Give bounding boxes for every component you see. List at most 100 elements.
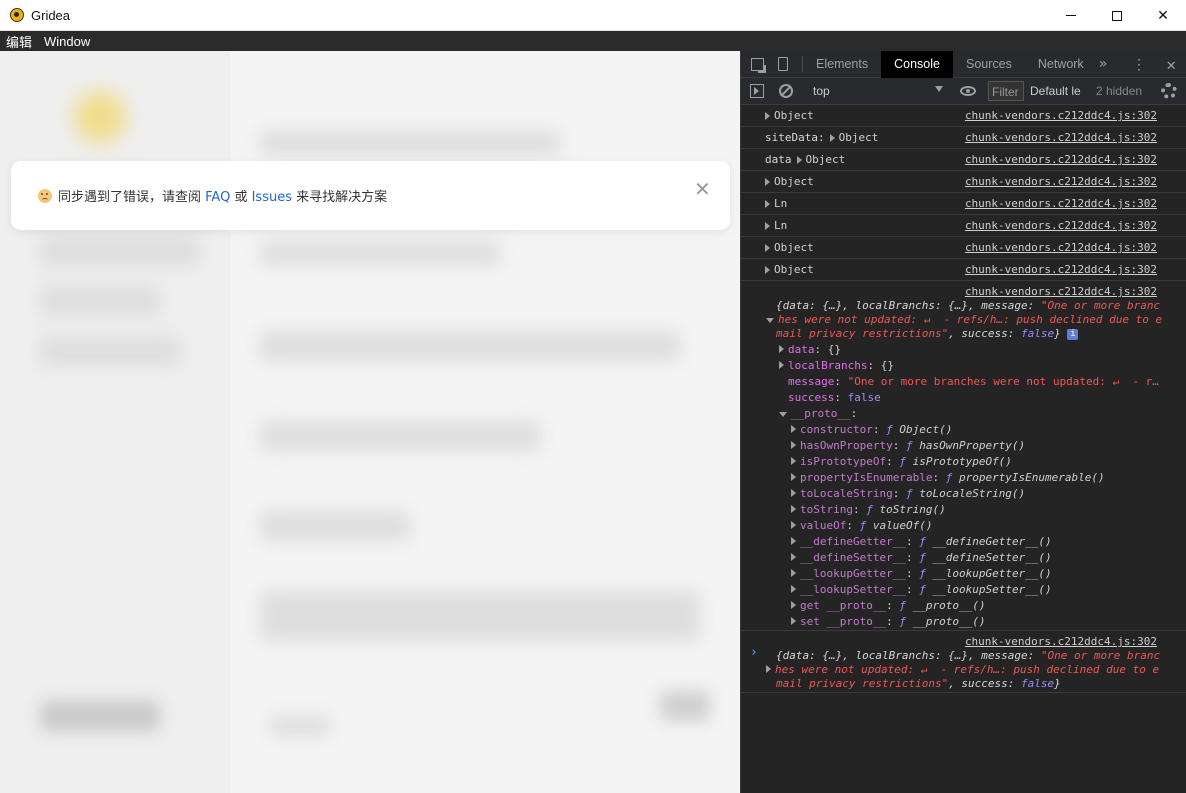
console-prompt-icon[interactable]: › — [750, 645, 758, 660]
minimize-icon — [1066, 15, 1076, 16]
notice-text: 同步遇到了错误，请查阅 FAQ 或 Issues 来寻找解决方案 — [58, 186, 387, 205]
proto-item[interactable]: __defineGetter__: ƒ __defineGetter__() — [791, 535, 1052, 548]
menu-window[interactable]: Window — [38, 34, 96, 49]
maximize-button[interactable] — [1094, 0, 1140, 31]
proto-item[interactable]: toString: ƒ toString() — [791, 503, 946, 516]
source-link[interactable]: chunk-vendors.c212ddc4.js:302 — [965, 263, 1157, 276]
more-tabs-icon[interactable]: » — [1099, 56, 1107, 72]
expand-triangle-icon[interactable] — [791, 537, 796, 545]
expand-triangle-icon[interactable] — [791, 489, 796, 497]
tab-sources[interactable]: Sources — [953, 51, 1025, 78]
tab-console[interactable]: Console — [881, 50, 953, 78]
source-link[interactable]: chunk-vendors.c212ddc4.js:302 — [965, 285, 1157, 298]
console-row[interactable]: Object chunk-vendors.c212ddc4.js:302 — [741, 259, 1186, 281]
expand-triangle-icon[interactable] — [765, 199, 770, 208]
expanded-console-entry: chunk-vendors.c212ddc4.js:302 {data: {…}… — [741, 281, 1186, 631]
settings-gear-icon[interactable] — [1161, 83, 1177, 99]
log-levels-dropdown[interactable]: Default le — [1030, 84, 1082, 98]
console-row[interactable]: Object chunk-vendors.c212ddc4.js:302 — [741, 105, 1186, 127]
blurred-content — [260, 591, 700, 641]
row-label: siteData: — [765, 131, 825, 144]
proto-item[interactable]: hasOwnProperty: ƒ hasOwnProperty() — [791, 439, 1025, 452]
console-toolbar: top Filter Default le 2 hidden — [741, 78, 1186, 105]
proto-item[interactable]: toLocaleString: ƒ toLocaleString() — [791, 487, 1025, 500]
expand-triangle-icon[interactable] — [791, 617, 796, 625]
show-sidebar-icon[interactable] — [750, 84, 764, 98]
expand-triangle-icon[interactable] — [791, 569, 796, 577]
context-selector[interactable]: top — [813, 84, 943, 98]
devtools-tab-bar: Elements Console Sources Network » ⋮ ✕ — [741, 50, 1186, 78]
expand-triangle-icon[interactable] — [766, 665, 771, 673]
source-link[interactable]: chunk-vendors.c212ddc4.js:302 — [965, 241, 1157, 254]
blurred-content — [260, 421, 540, 451]
row-value: Ln — [774, 219, 788, 232]
source-link[interactable]: chunk-vendors.c212ddc4.js:302 — [965, 131, 1157, 144]
console-row[interactable]: Ln chunk-vendors.c212ddc4.js:302 — [741, 193, 1186, 215]
expand-triangle-icon[interactable] — [791, 425, 796, 433]
proto-item[interactable]: valueOf: ƒ valueOf() — [791, 519, 932, 532]
console-row[interactable]: siteData: Object chunk-vendors.c212ddc4.js… — [741, 127, 1186, 149]
filter-input[interactable]: Filter — [988, 81, 1024, 101]
prop-localBranchs[interactable]: localBranchs: {} — [779, 359, 894, 372]
expand-triangle-icon[interactable] — [791, 553, 796, 561]
summary-line-2[interactable]: hes were not updated: ↵ - refs/h…: push … — [766, 663, 1159, 676]
prop-proto[interactable]: __proto__: — [779, 407, 857, 420]
console-row[interactable]: data Object chunk-vendors.c212ddc4.js:302 — [741, 149, 1186, 171]
expand-triangle-icon[interactable] — [791, 505, 796, 513]
proto-item[interactable]: __lookupGetter__: ƒ __lookupGetter__() — [791, 567, 1052, 580]
app-logo — [74, 91, 126, 143]
inspect-element-icon[interactable] — [751, 57, 766, 73]
expand-triangle-icon[interactable] — [791, 585, 796, 593]
console-row[interactable]: Object chunk-vendors.c212ddc4.js:302 — [741, 237, 1186, 259]
expand-triangle-icon[interactable] — [791, 601, 796, 609]
proto-item[interactable]: isPrototypeOf: ƒ isPrototypeOf() — [791, 455, 1012, 468]
expand-triangle-icon[interactable] — [791, 521, 796, 529]
proto-item[interactable]: constructor: ƒ Object() — [791, 423, 952, 436]
issues-link[interactable]: Issues — [252, 190, 292, 205]
prop-data[interactable]: data: {} — [779, 343, 841, 356]
blurred-button — [40, 701, 160, 731]
menu-edit[interactable]: 编辑 — [0, 32, 38, 51]
info-icon[interactable]: i — [1067, 328, 1079, 340]
expand-triangle-icon[interactable] — [796, 155, 802, 164]
expand-triangle-icon[interactable] — [765, 265, 770, 274]
kebab-menu-icon[interactable]: ⋮ — [1132, 57, 1146, 73]
close-devtools-icon[interactable]: ✕ — [1166, 55, 1176, 74]
proto-item[interactable]: set __proto__: ƒ __proto__() — [791, 615, 985, 628]
proto-item[interactable]: get __proto__: ƒ __proto__() — [791, 599, 985, 612]
expand-triangle-icon[interactable] — [765, 243, 770, 252]
expand-triangle-icon[interactable] — [791, 457, 796, 465]
source-link[interactable]: chunk-vendors.c212ddc4.js:302 — [965, 175, 1157, 188]
faq-link[interactable]: FAQ — [205, 190, 230, 205]
source-link[interactable]: chunk-vendors.c212ddc4.js:302 — [965, 219, 1157, 232]
source-link[interactable]: chunk-vendors.c212ddc4.js:302 — [965, 153, 1157, 166]
proto-item[interactable]: __lookupSetter__: ƒ __lookupSetter__() — [791, 583, 1052, 596]
proto-item[interactable]: __defineSetter__: ƒ __defineSetter__() — [791, 551, 1052, 564]
console-row[interactable]: Ln chunk-vendors.c212ddc4.js:302 — [741, 215, 1186, 237]
expand-triangle-icon — [779, 361, 784, 369]
proto-item[interactable]: propertyIsEnumerable: ƒ propertyIsEnumer… — [791, 471, 1105, 484]
notice-close-icon[interactable]: ✕ — [694, 179, 711, 199]
source-link[interactable]: chunk-vendors.c212ddc4.js:302 — [965, 197, 1157, 210]
minimize-button[interactable] — [1048, 0, 1094, 31]
clear-console-icon[interactable] — [779, 84, 793, 98]
source-link[interactable]: chunk-vendors.c212ddc4.js:302 — [965, 635, 1157, 648]
expand-triangle-icon[interactable] — [791, 441, 796, 449]
expand-triangle-icon[interactable] — [765, 111, 770, 120]
expand-triangle-icon[interactable] — [765, 221, 770, 230]
expand-triangle-icon — [779, 345, 784, 353]
tab-elements[interactable]: Elements — [803, 51, 881, 78]
collapse-triangle-icon[interactable] — [766, 318, 774, 323]
source-link[interactable]: chunk-vendors.c212ddc4.js:302 — [965, 109, 1157, 122]
expand-triangle-icon[interactable] — [791, 473, 796, 481]
summary-line-2[interactable]: hes were not updated: ↵ - refs/h…: push … — [766, 313, 1162, 326]
live-expression-eye-icon[interactable] — [960, 86, 976, 96]
row-value: Object — [774, 263, 814, 276]
expand-triangle-icon[interactable] — [829, 133, 835, 142]
blurred-nav-item — [40, 336, 180, 366]
device-toolbar-icon[interactable] — [778, 57, 788, 71]
console-row[interactable]: Object chunk-vendors.c212ddc4.js:302 — [741, 171, 1186, 193]
close-window-button[interactable]: ✕ — [1140, 0, 1186, 31]
tab-network[interactable]: Network — [1025, 51, 1097, 78]
expand-triangle-icon[interactable] — [765, 177, 770, 186]
